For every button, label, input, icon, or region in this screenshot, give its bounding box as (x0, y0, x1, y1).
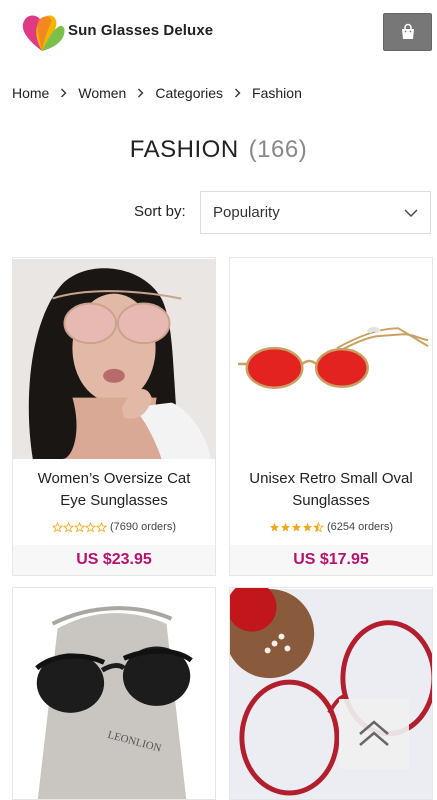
product-image[interactable]: LEONLION (13, 588, 215, 800)
star-filled-icon (269, 522, 280, 532)
product-count: (166) (248, 136, 308, 163)
breadcrumb-fashion: Fashion (252, 85, 302, 101)
product-name-line: Unisex Retro Small Oval (249, 470, 413, 487)
sort-select[interactable]: Popularity (200, 191, 431, 234)
star-outline-icon (73, 521, 85, 532)
star-outline-icon (62, 521, 74, 532)
brand-name[interactable]: Sun Glasses Deluxe (68, 22, 213, 39)
cart-button[interactable] (383, 13, 432, 51)
sort-select-value: Popularity (213, 204, 280, 221)
product-image[interactable] (230, 258, 432, 460)
breadcrumb-categories[interactable]: Categories (155, 85, 223, 101)
page-title-text: FASHION (129, 136, 239, 163)
chevron-right-icon (234, 88, 241, 98)
brand-logo[interactable] (18, 9, 66, 55)
star-outline-icon (51, 521, 63, 532)
shopping-bag-icon (401, 23, 414, 39)
product-price: US $17.95 (293, 551, 369, 568)
sort-label: Sort by: (134, 203, 186, 220)
product-name[interactable]: Unisex Retro Small Oval Sunglasses (230, 468, 432, 512)
price-bar: US $23.95 (13, 545, 215, 575)
star-rating (51, 521, 107, 533)
product-rating: (6254 orders) (230, 521, 432, 533)
chevron-right-icon (60, 88, 67, 98)
breadcrumb: Home Women Categories Fashion (12, 85, 302, 101)
product-rating: (7690 orders) (13, 521, 215, 533)
product-name-line: Eye Sunglasses (60, 492, 168, 509)
page-title: FASHION (166) (0, 136, 437, 164)
back-to-top-button[interactable] (339, 699, 409, 769)
product-card[interactable]: Unisex Retro Small Oval Sunglasses (6254… (229, 257, 433, 576)
product-name-line: Women’s Oversize Cat (37, 470, 191, 487)
site-header: Sun Glasses Deluxe (0, 0, 437, 64)
chevron-up-double-icon (359, 720, 389, 746)
breadcrumb-home[interactable]: Home (12, 85, 49, 101)
chevron-right-icon (137, 88, 144, 98)
star-half-icon (312, 521, 324, 532)
breadcrumb-women[interactable]: Women (78, 85, 126, 101)
star-filled-icon (291, 522, 302, 532)
chevron-down-icon (404, 209, 418, 217)
product-price: US $23.95 (76, 551, 152, 568)
star-filled-icon (280, 522, 291, 532)
product-name[interactable]: Women’s Oversize Cat Eye Sunglasses (13, 468, 215, 512)
order-count: (6254 orders) (326, 521, 394, 533)
product-card[interactable]: Women’s Oversize Cat Eye Sunglasses (769… (12, 257, 216, 576)
order-count: (7690 orders) (109, 521, 177, 533)
star-filled-icon (302, 522, 313, 532)
product-name-line: Sunglasses (292, 492, 370, 509)
star-outline-icon (84, 521, 96, 532)
product-image[interactable] (13, 258, 215, 460)
star-outline-icon (95, 521, 107, 532)
product-card[interactable]: LEONLION (12, 587, 216, 800)
star-rating (269, 521, 324, 533)
price-bar: US $17.95 (230, 545, 432, 575)
